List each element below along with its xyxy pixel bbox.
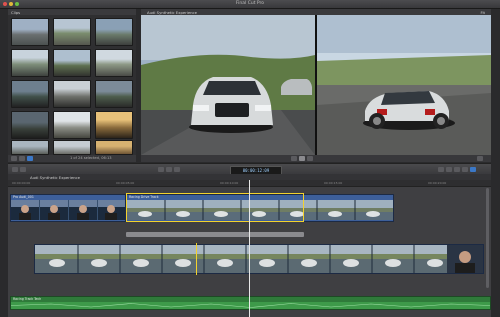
clip-thumbnail[interactable] bbox=[95, 49, 133, 77]
title-bar: Final Cut Pro bbox=[0, 0, 500, 9]
generators-button[interactable] bbox=[462, 166, 468, 172]
clip-label: Racing Track Tech bbox=[13, 297, 42, 301]
clip-thumbnail[interactable] bbox=[53, 111, 91, 139]
clip-thumbnail[interactable] bbox=[95, 140, 133, 155]
ruler-tick: 00:00:00:00 bbox=[12, 181, 31, 185]
clip-thumbnail[interactable] bbox=[11, 80, 49, 108]
timeline-clip-secondary[interactable] bbox=[34, 244, 484, 274]
viewer-image bbox=[141, 15, 491, 155]
secondary-selection-outline bbox=[196, 243, 197, 275]
viewer-clip-name: Audi Synthetic Experience bbox=[147, 9, 197, 15]
timeline-clip-interview[interactable]: Pro Audi_001 bbox=[10, 194, 126, 222]
clip-thumbnail[interactable] bbox=[95, 18, 133, 46]
window-title: Final Cut Pro bbox=[235, 1, 265, 6]
viewer-frame bbox=[141, 15, 491, 155]
project-name: Audi Synthetic Experience bbox=[30, 174, 80, 180]
filmstrip-view-button[interactable] bbox=[19, 156, 25, 161]
clip-thumbnail[interactable] bbox=[95, 80, 133, 108]
clip-label: Pro Audi_001 bbox=[13, 195, 34, 199]
playhead[interactable] bbox=[249, 180, 250, 317]
effects-button[interactable] bbox=[438, 166, 444, 172]
browser-header-label: Clips bbox=[11, 9, 21, 15]
keyword-button[interactable] bbox=[20, 166, 26, 172]
audio-waveform bbox=[11, 302, 490, 309]
ruler-tick: 00:00:15:00 bbox=[324, 181, 343, 185]
viewer: Audi Synthetic Experience Fit bbox=[141, 9, 491, 162]
transitions-button[interactable] bbox=[446, 166, 452, 172]
clip-thumbnail[interactable] bbox=[11, 49, 49, 77]
append-button[interactable] bbox=[174, 166, 180, 172]
import-button[interactable] bbox=[12, 166, 18, 172]
timeline: Audi Synthetic Experience 00:00:00:00 00… bbox=[8, 174, 491, 317]
connect-button[interactable] bbox=[158, 166, 164, 172]
clip-thumbnail[interactable] bbox=[11, 111, 49, 139]
clip-filmstrip bbox=[11, 200, 125, 220]
insert-button[interactable] bbox=[166, 166, 172, 172]
clip-thumbnail[interactable] bbox=[95, 111, 133, 139]
clip-thumbnail[interactable] bbox=[53, 80, 91, 108]
clip-count: 1 of 24 selected, 06:13 bbox=[70, 156, 112, 160]
browser-header: Clips bbox=[8, 9, 136, 15]
timeline-scrollbar[interactable] bbox=[486, 188, 489, 288]
clip-thumbnail[interactable] bbox=[53, 49, 91, 77]
timeline-audio-clip[interactable]: Racing Track Tech bbox=[10, 296, 491, 310]
titles-button[interactable] bbox=[454, 166, 460, 172]
clip-selection-outline bbox=[126, 193, 304, 222]
ruler-tick: 00:00:10:00 bbox=[220, 181, 239, 185]
ruler-tick: 00:00:20:00 bbox=[428, 181, 447, 185]
storyline-bar bbox=[126, 232, 304, 237]
settings-button[interactable] bbox=[27, 156, 33, 161]
next-frame-button[interactable] bbox=[307, 156, 313, 161]
list-view-button[interactable] bbox=[11, 156, 17, 161]
zoom-menu[interactable]: Fit bbox=[481, 10, 485, 15]
themes-button[interactable] bbox=[470, 166, 476, 172]
browser-footer: 1 of 24 selected, 06:13 bbox=[8, 155, 136, 162]
clip-thumbnail[interactable] bbox=[53, 140, 91, 155]
event-browser: Clips 1 of 24 selected, 06:13 bbox=[8, 9, 136, 162]
play-button[interactable] bbox=[299, 156, 305, 161]
viewer-footer bbox=[141, 155, 491, 162]
clip-filmstrip bbox=[35, 245, 483, 273]
clip-thumbnail[interactable] bbox=[11, 18, 49, 46]
previous-frame-button[interactable] bbox=[291, 156, 297, 161]
ruler-tick: 00:00:05:00 bbox=[116, 181, 135, 185]
fullscreen-button[interactable] bbox=[477, 156, 483, 161]
clip-thumbnail[interactable] bbox=[53, 18, 91, 46]
clip-thumbnail[interactable] bbox=[11, 140, 49, 155]
